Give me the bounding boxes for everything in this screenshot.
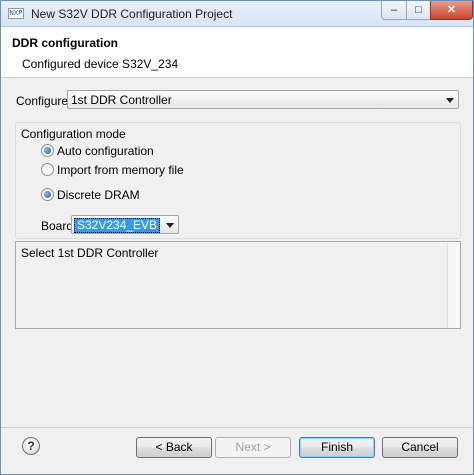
import-memory-file-radio[interactable] (41, 163, 54, 176)
dialog-window: NXP New S32V DDR Configuration Project –… (0, 0, 474, 475)
page-subtitle: Configured device S32V_234 (22, 57, 179, 71)
app-icon: NXP (8, 8, 24, 19)
discrete-dram-radio[interactable] (41, 188, 54, 201)
back-button[interactable]: < Back (136, 437, 212, 458)
description-text: Select 1st DDR Controller (21, 246, 159, 260)
configure-select[interactable]: 1st DDR Controller (67, 90, 459, 109)
finish-button-label: Finish (320, 440, 353, 454)
close-button[interactable]: ✕ (430, 1, 473, 20)
footer-separator (1, 427, 473, 428)
board-select[interactable]: S32V234_EVB (71, 215, 179, 234)
description-area: Select 1st DDR Controller (15, 241, 461, 329)
configure-select-value: 1st DDR Controller (71, 93, 172, 107)
board-label: Board (41, 219, 74, 233)
wizard-header: DDR configuration Configured device S32V… (1, 28, 473, 78)
import-memory-file-label[interactable]: Import from memory file (57, 163, 184, 177)
chevron-down-icon (446, 98, 454, 103)
configuration-mode-label: Configuration mode (21, 127, 126, 141)
cancel-button[interactable]: Cancel (382, 437, 458, 458)
title-bar[interactable]: NXP New S32V DDR Configuration Project –… (1, 1, 473, 27)
board-select-value: S32V234_EVB (74, 218, 161, 233)
configure-label: Configure: (16, 94, 72, 108)
auto-configuration-radio[interactable] (41, 144, 54, 157)
finish-button[interactable]: Finish (299, 437, 375, 458)
chevron-down-icon (166, 223, 174, 228)
maximize-button[interactable]: □ (406, 1, 431, 20)
cancel-button-label: Cancel (401, 440, 439, 454)
help-icon[interactable]: ? (22, 437, 40, 455)
minimize-button[interactable]: – (381, 1, 407, 20)
next-button[interactable]: Next > (215, 437, 291, 458)
description-scrollbar[interactable] (447, 242, 460, 328)
next-button-label: Next > (235, 440, 271, 454)
auto-configuration-label[interactable]: Auto configuration (57, 144, 154, 158)
discrete-dram-label[interactable]: Discrete DRAM (57, 188, 140, 202)
window-title: New S32V DDR Configuration Project (31, 7, 233, 21)
page-title: DDR configuration (12, 36, 118, 50)
back-button-label: < Back (155, 440, 193, 454)
